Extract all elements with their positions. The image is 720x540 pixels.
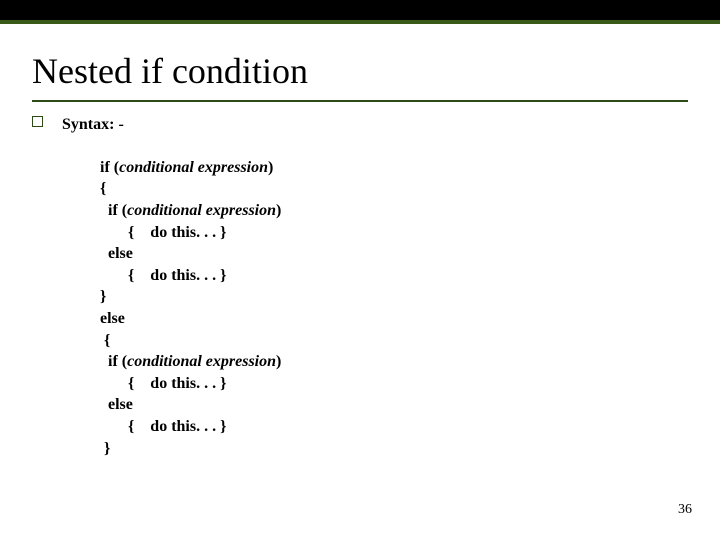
code-text: ) [276, 202, 281, 219]
code-line: { do this. . . } [100, 375, 226, 392]
syntax-label: Syntax: - [62, 114, 688, 136]
code-text: if ( [100, 353, 127, 370]
code-line: { [100, 180, 106, 197]
code-line: else [100, 245, 133, 262]
code-cond: conditional expression [119, 159, 268, 176]
code-line: { do this. . . } [100, 418, 226, 435]
code-text: if ( [100, 202, 127, 219]
code-cond: conditional expression [127, 202, 276, 219]
top-black-bar [0, 0, 720, 24]
code-text: if ( [100, 159, 119, 176]
code-line: else [100, 310, 125, 327]
code-text: ) [268, 159, 273, 176]
code-cond: conditional expression [127, 353, 276, 370]
page-number: 36 [678, 502, 692, 518]
slide-content: Nested if condition Syntax: - if (condit… [0, 24, 720, 459]
code-line: if (conditional expression) [100, 159, 273, 176]
square-bullet-icon [32, 116, 43, 127]
code-line: { do this. . . } [100, 224, 226, 241]
code-line: { [100, 332, 110, 349]
code-text: ) [276, 353, 281, 370]
code-line: } [100, 288, 106, 305]
code-line: else [100, 396, 133, 413]
code-block: if (conditional expression) { if (condit… [62, 135, 688, 459]
code-line: if (conditional expression) [100, 353, 281, 370]
title-underline [32, 100, 688, 102]
slide-title: Nested if condition [32, 52, 688, 92]
code-line: { do this. . . } [100, 267, 226, 284]
code-line: if (conditional expression) [100, 202, 281, 219]
top-green-line [0, 20, 720, 24]
code-line: } [100, 440, 110, 457]
slide-body: Syntax: - if (conditional expression) { … [32, 114, 688, 460]
